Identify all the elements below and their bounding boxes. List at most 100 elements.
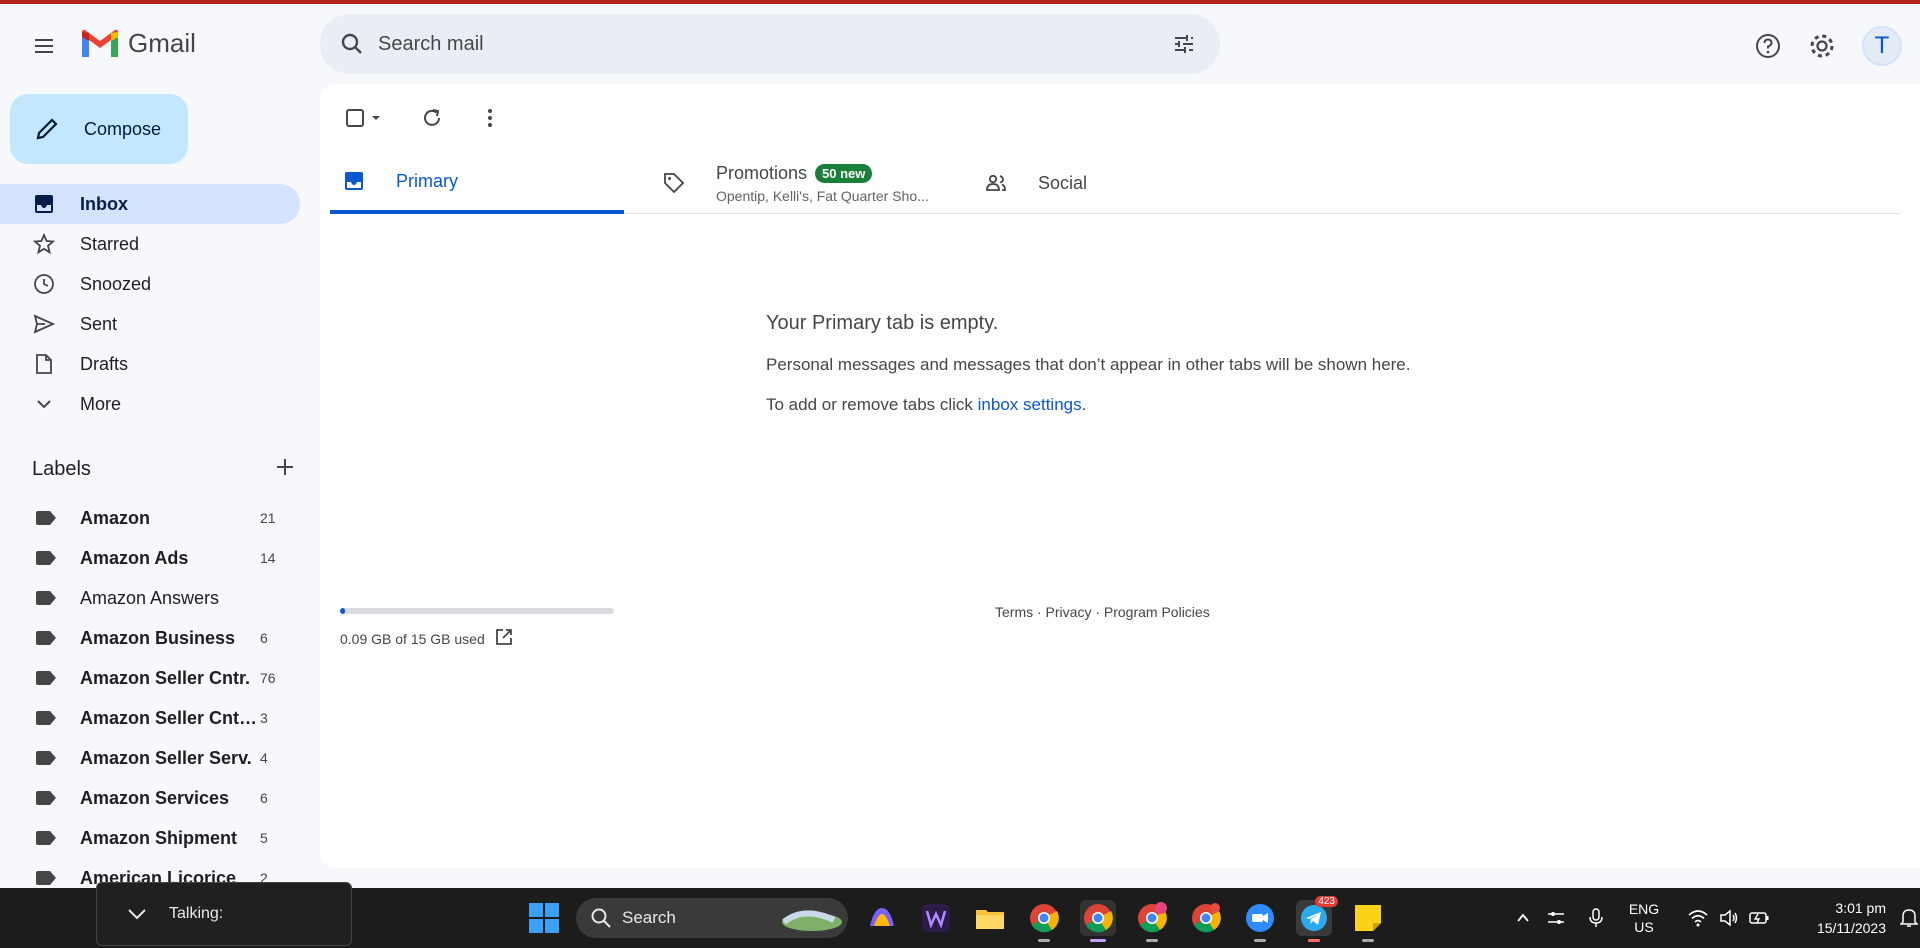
nav-item-starred[interactable]: Starred xyxy=(0,224,300,264)
more-options-button[interactable] xyxy=(470,98,510,138)
label-name: Amazon Answers xyxy=(80,587,220,608)
add-label-plus-icon[interactable] xyxy=(274,456,296,483)
active-indicator xyxy=(1090,939,1106,942)
labels-title: Labels xyxy=(32,458,91,480)
system-tray: ENG US 3:01 pm 15/11/2023 xyxy=(1510,888,1920,948)
tag-icon xyxy=(662,171,686,195)
tab-primary[interactable]: Primary xyxy=(330,152,624,214)
inbox-icon xyxy=(32,192,56,216)
label-item-amazon-seller-serv[interactable]: Amazon Seller Serv. 4 xyxy=(0,738,300,778)
zoom-icon[interactable] xyxy=(1242,900,1278,942)
label-tag-icon xyxy=(36,631,56,645)
telegram-icon[interactable]: 423 xyxy=(1296,896,1338,942)
label-name: Amazon Services xyxy=(80,787,230,808)
language-line-2: US xyxy=(1634,919,1654,935)
tab-label: Social xyxy=(1038,172,1088,193)
storage-usage: 0.09 GB of 15 GB used xyxy=(340,608,640,649)
language-indicator[interactable]: ENG US xyxy=(1616,900,1672,936)
search-bar[interactable]: Search mail xyxy=(320,14,1220,74)
label-item-amazon-answers[interactable]: Amazon Answers xyxy=(0,578,300,618)
chevron-up-icon[interactable] xyxy=(1510,910,1536,926)
label-item-amazon-shipment[interactable]: Amazon Shipment 5 xyxy=(0,818,300,858)
wifi-icon[interactable] xyxy=(1682,909,1714,927)
empty-settings-line: To add or remove tabs click inbox settin… xyxy=(766,395,1566,415)
nav-label: Snoozed xyxy=(80,273,152,294)
open-external-icon[interactable] xyxy=(495,628,513,649)
help-icon[interactable] xyxy=(1748,26,1788,66)
running-indicator xyxy=(1254,939,1266,942)
settings-gear-icon[interactable] xyxy=(1802,26,1842,66)
app-name: Gmail xyxy=(128,28,196,58)
w-app-icon[interactable] xyxy=(918,900,954,936)
telegram-badge: 423 xyxy=(1315,896,1338,907)
chrome-icon[interactable] xyxy=(1026,900,1062,942)
gmail-logo[interactable]: Gmail xyxy=(80,28,196,59)
sidebar: Compose Inbox Starred Snoozed Sent Draft… xyxy=(0,84,320,888)
notification-bell-icon[interactable] xyxy=(1892,908,1920,928)
windows-start-icon[interactable] xyxy=(528,902,560,934)
label-tag-icon xyxy=(36,551,56,565)
compose-button[interactable]: Compose xyxy=(10,94,188,164)
label-tag-icon xyxy=(36,711,56,725)
chrome-d-icon[interactable] xyxy=(1188,900,1224,936)
nav-item-drafts[interactable]: Drafts xyxy=(0,344,300,384)
nav-item-more[interactable]: More xyxy=(0,384,300,424)
language-line-1: ENG xyxy=(1628,901,1660,917)
running-indicator xyxy=(1308,939,1320,942)
search-icon[interactable] xyxy=(336,28,368,60)
sliders-icon[interactable] xyxy=(1536,908,1576,928)
microphone-icon[interactable] xyxy=(1576,908,1616,928)
select-all-checkbox[interactable] xyxy=(340,98,392,138)
label-item-amazon-ads[interactable]: Amazon Ads 14 xyxy=(0,538,300,578)
refresh-button[interactable] xyxy=(412,98,452,138)
label-item-amazon-services[interactable]: Amazon Services 6 xyxy=(0,778,300,818)
inbox-settings-link[interactable]: inbox settings xyxy=(978,395,1082,414)
mail-main-panel: Primary Promotions 50 new Opentip, Kelli… xyxy=(320,84,1920,868)
settings-suffix: . xyxy=(1081,395,1087,414)
talking-popup[interactable]: Talking: xyxy=(96,882,352,946)
label-name: Amazon Seller Cntr. xyxy=(80,667,251,688)
battery-icon[interactable] xyxy=(1744,911,1774,925)
chevron-down-icon[interactable] xyxy=(125,902,149,926)
search-options-icon[interactable] xyxy=(1168,28,1200,60)
send-icon xyxy=(32,312,56,336)
chrome-profile-icon[interactable] xyxy=(1080,900,1116,942)
running-indicator xyxy=(1038,939,1050,942)
volume-icon[interactable] xyxy=(1714,909,1744,927)
label-tag-icon xyxy=(36,591,56,605)
checkbox-dropdown-icon xyxy=(346,109,380,127)
storage-bar-fill xyxy=(340,608,346,614)
people-icon xyxy=(984,171,1008,195)
file-explorer-icon[interactable] xyxy=(972,900,1008,936)
label-tag-icon xyxy=(36,791,56,805)
label-count: 4 xyxy=(260,750,268,766)
tab-social[interactable]: Social xyxy=(972,152,1172,214)
sticky-notes-icon[interactable] xyxy=(1350,900,1386,942)
label-item-amazon-business[interactable]: Amazon Business 6 xyxy=(0,618,300,658)
taskbar-search[interactable]: Search xyxy=(576,898,848,938)
category-tabs: Primary Promotions 50 new Opentip, Kelli… xyxy=(330,152,1900,214)
main-menu-button[interactable] xyxy=(24,26,64,66)
footer-links[interactable]: Terms · Privacy · Program Policies xyxy=(995,604,1210,620)
clock[interactable]: 3:01 pm 15/11/2023 xyxy=(1786,898,1886,938)
label-item-amazon-seller-cntr[interactable]: Amazon Seller Cntr. 76 xyxy=(0,658,300,698)
chrome-m-icon[interactable] xyxy=(1134,900,1170,942)
label-name: Amazon Shipment xyxy=(80,827,238,848)
label-item-amazon-seller-cntr-2[interactable]: Amazon Seller Cntr... 3 xyxy=(0,698,300,738)
account-avatar[interactable]: T xyxy=(1862,26,1902,66)
label-count: 5 xyxy=(260,830,268,846)
mail-toolbar xyxy=(340,94,510,142)
label-tag-icon xyxy=(36,831,56,845)
gmail-header: Gmail Search mail T xyxy=(0,4,1920,84)
nav-item-snoozed[interactable]: Snoozed xyxy=(0,264,300,304)
tab-promotions[interactable]: Promotions 50 new Opentip, Kelli's, Fat … xyxy=(650,152,930,214)
nav-item-inbox[interactable]: Inbox xyxy=(0,184,300,224)
copilot-icon[interactable] xyxy=(864,900,900,936)
running-indicator xyxy=(1362,939,1374,942)
nav-item-sent[interactable]: Sent xyxy=(0,304,300,344)
search-input[interactable]: Search mail xyxy=(378,33,1168,56)
label-name: Amazon Business xyxy=(80,627,236,648)
label-item-amazon[interactable]: Amazon 21 xyxy=(0,498,300,538)
inbox-icon xyxy=(342,169,366,193)
label-count: 6 xyxy=(260,630,268,646)
